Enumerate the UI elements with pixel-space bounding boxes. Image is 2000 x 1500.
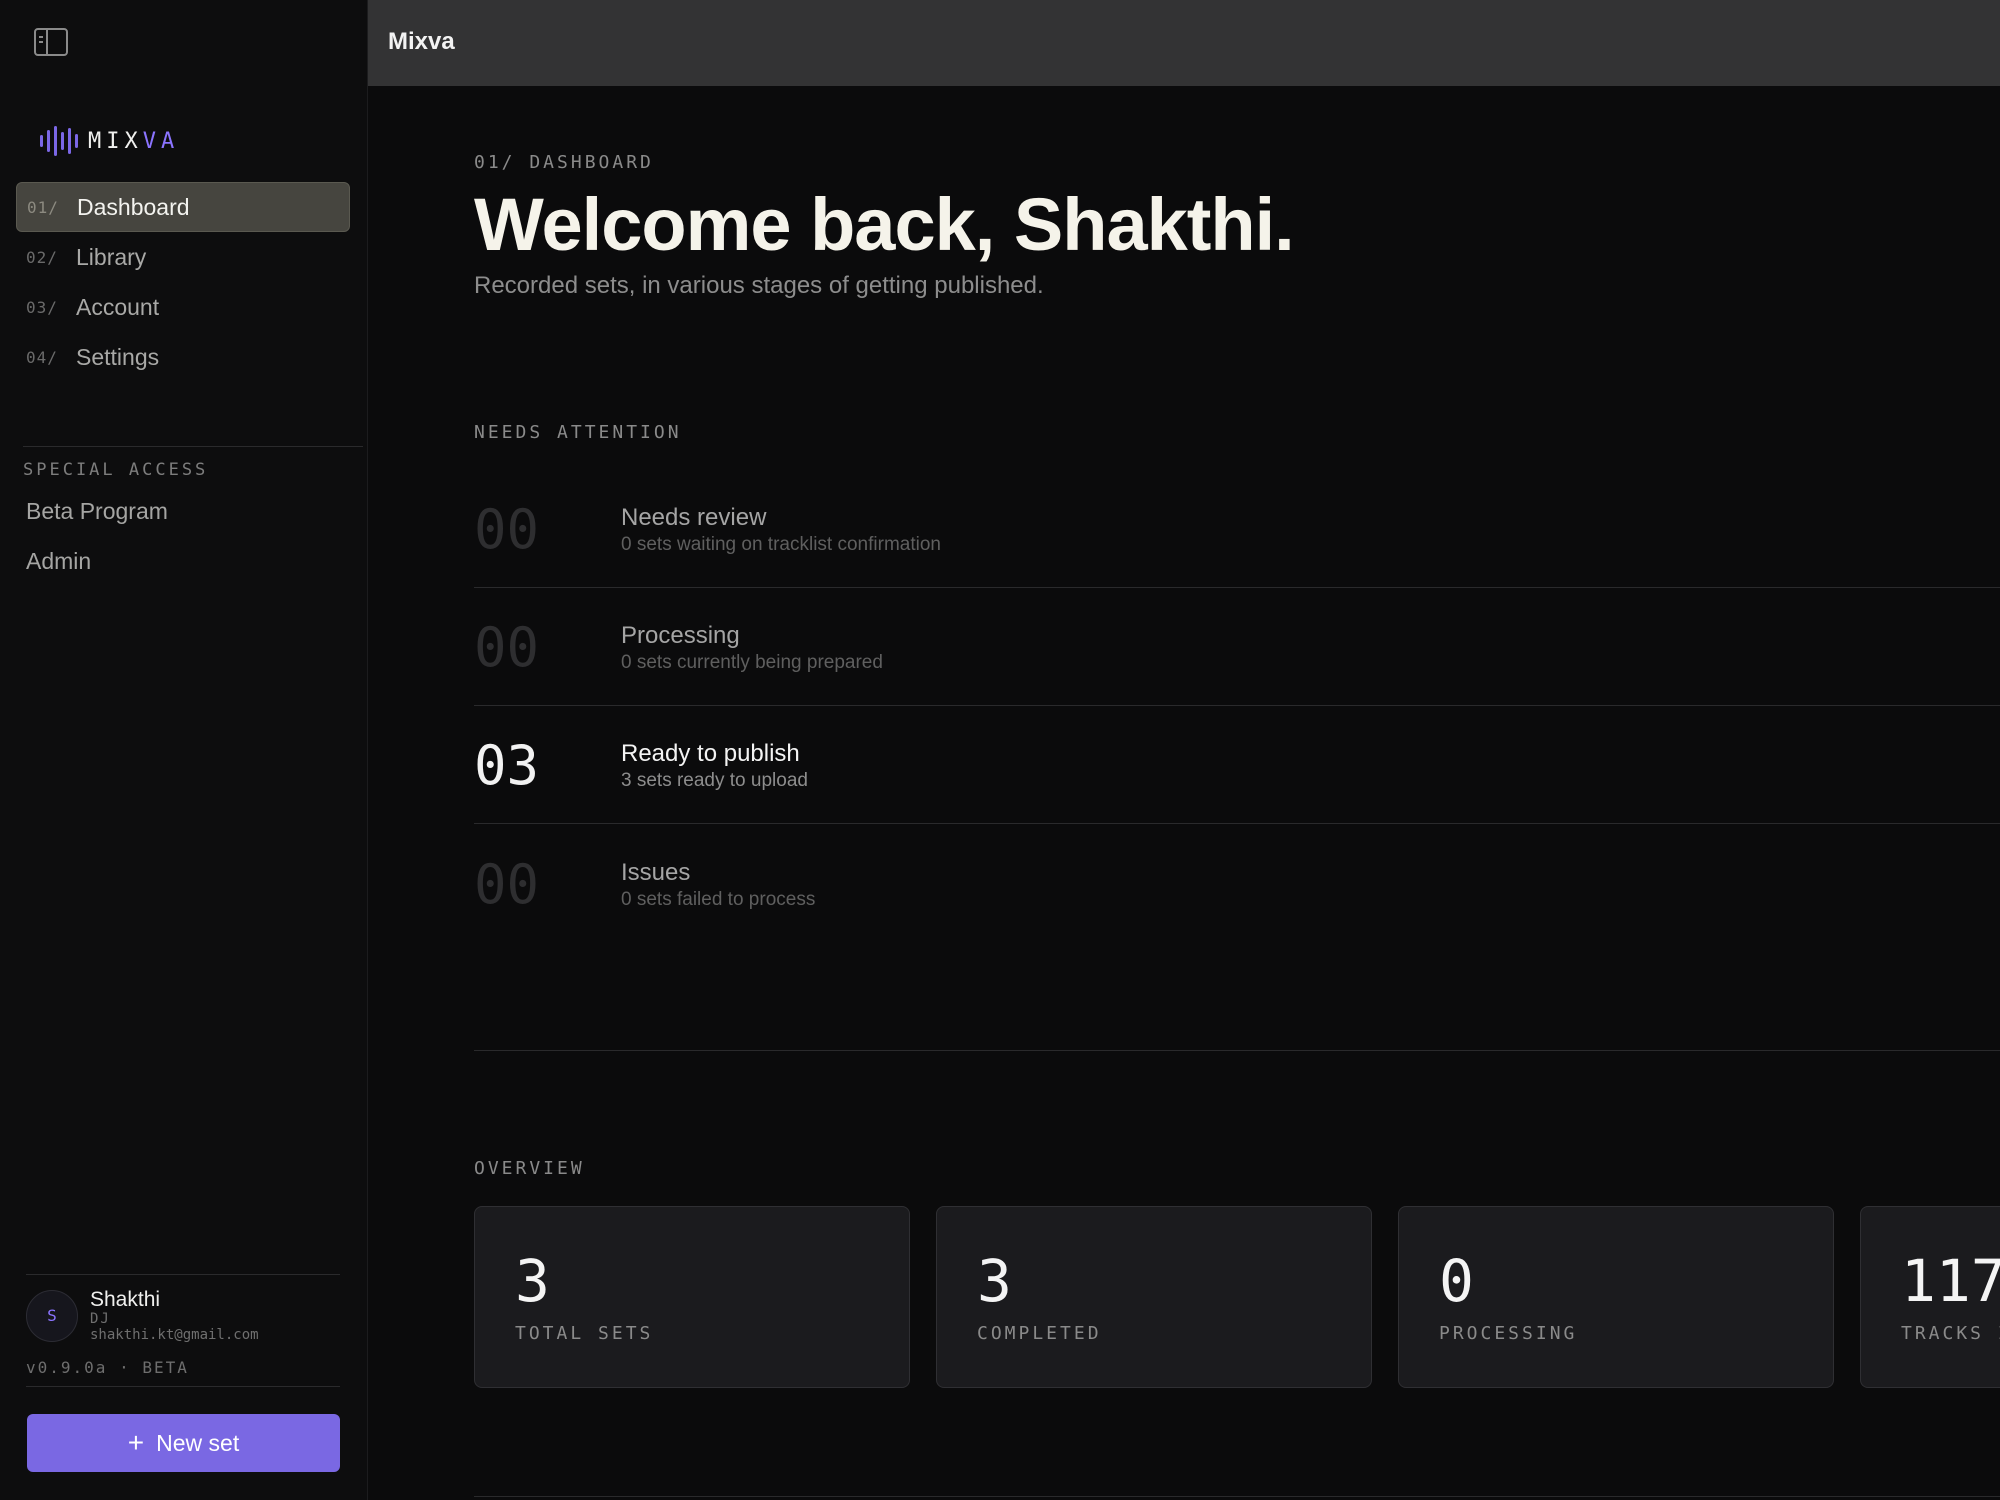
user-profile[interactable]: S Shakthi DJ shakthi.kt@gmail.com bbox=[26, 1288, 259, 1343]
attention-row-ready-to-publish[interactable]: 03 Ready to publish 3 sets ready to uplo… bbox=[474, 706, 2000, 824]
attention-count: 03 bbox=[474, 734, 540, 797]
avatar: S bbox=[26, 1289, 78, 1342]
brand-logo[interactable]: MIXVA bbox=[40, 126, 179, 156]
user-email: shakthi.kt@gmail.com bbox=[90, 1327, 259, 1344]
nav-item-settings[interactable]: 04/ Settings bbox=[16, 332, 350, 382]
overview-label: OVERVIEW bbox=[474, 1158, 585, 1179]
attention-desc: 3 sets ready to upload bbox=[621, 770, 808, 791]
attention-title: Processing bbox=[621, 622, 740, 649]
page-subtitle: Recorded sets, in various stages of gett… bbox=[474, 272, 1044, 299]
sidebar-divider bbox=[26, 1274, 340, 1275]
new-set-button[interactable]: + New set bbox=[27, 1414, 340, 1472]
app-version: v0.9.0a · BETA bbox=[26, 1358, 189, 1377]
stat-label: COMPLETED bbox=[977, 1323, 1102, 1344]
nav-item-label: Account bbox=[76, 293, 160, 320]
special-item-admin[interactable]: Admin bbox=[26, 548, 91, 575]
nav-item-account[interactable]: 03/ Account bbox=[16, 282, 350, 332]
attention-row-needs-review[interactable]: 00 Needs review 0 sets waiting on trackl… bbox=[474, 470, 2000, 588]
attention-count: 00 bbox=[474, 616, 540, 679]
section-divider bbox=[474, 1050, 2000, 1051]
user-name: Shakthi bbox=[90, 1288, 161, 1311]
nav-item-label: Library bbox=[76, 243, 147, 270]
nav-item-label: Dashboard bbox=[77, 193, 190, 220]
needs-attention-label: NEEDS ATTENTION bbox=[474, 422, 682, 443]
nav-item-number: 04/ bbox=[26, 347, 58, 367]
page-title: Welcome back, Shakthi. bbox=[474, 183, 1295, 266]
stat-value: 117 bbox=[1901, 1247, 2000, 1315]
sidebar-toggle-icon[interactable] bbox=[34, 28, 68, 56]
attention-row-issues[interactable]: 00 Issues 0 sets failed to process bbox=[474, 825, 2000, 943]
nav-item-number: 03/ bbox=[26, 297, 58, 317]
special-item-beta-program[interactable]: Beta Program bbox=[26, 498, 168, 525]
nav-item-number: 01/ bbox=[27, 197, 59, 217]
attention-title: Needs review bbox=[621, 504, 767, 531]
stat-value: 3 bbox=[977, 1247, 1012, 1315]
sidebar-divider bbox=[26, 1386, 340, 1387]
section-divider bbox=[474, 1496, 2000, 1497]
plus-icon: + bbox=[127, 1427, 145, 1458]
attention-desc: 0 sets waiting on tracklist confirmation bbox=[621, 534, 941, 555]
main-content: 01/ DASHBOARD Welcome back, Shakthi. Rec… bbox=[474, 86, 2000, 1500]
brand-name: MIXVA bbox=[88, 128, 180, 154]
attention-count: 00 bbox=[474, 853, 540, 916]
stat-card-tracks[interactable]: 117 TRACKS I bbox=[1860, 1206, 2000, 1388]
header-title: Mixva bbox=[388, 28, 455, 55]
nav-item-library[interactable]: 02/ Library bbox=[16, 232, 350, 282]
stat-card-processing[interactable]: 0 PROCESSING bbox=[1398, 1206, 1834, 1388]
stat-value: 3 bbox=[515, 1247, 550, 1315]
stat-card-completed[interactable]: 3 COMPLETED bbox=[936, 1206, 1372, 1388]
stat-label: TRACKS I bbox=[1901, 1323, 2000, 1344]
stat-label: PROCESSING bbox=[1439, 1323, 1578, 1344]
user-info: Shakthi DJ shakthi.kt@gmail.com bbox=[90, 1288, 259, 1343]
sidebar-divider bbox=[23, 446, 363, 447]
attention-desc: 0 sets currently being prepared bbox=[621, 652, 883, 673]
special-access-title: SPECIAL ACCESS bbox=[23, 460, 209, 480]
attention-desc: 0 sets failed to process bbox=[621, 889, 816, 910]
stat-card-total-sets[interactable]: 3 TOTAL SETS bbox=[474, 1206, 910, 1388]
stat-value: 0 bbox=[1439, 1247, 1474, 1315]
attention-row-processing[interactable]: 00 Processing 0 sets currently being pre… bbox=[474, 588, 2000, 706]
waveform-icon bbox=[40, 126, 78, 156]
attention-count: 00 bbox=[474, 498, 540, 561]
sidebar: MIXVA 01/ Dashboard 02/ Library 03/ Acco… bbox=[0, 0, 368, 1500]
nav-item-dashboard[interactable]: 01/ Dashboard bbox=[16, 182, 350, 232]
nav-item-label: Settings bbox=[76, 343, 160, 370]
stat-label: TOTAL SETS bbox=[515, 1323, 654, 1344]
attention-title: Issues bbox=[621, 859, 691, 886]
breadcrumb: 01/ DASHBOARD bbox=[474, 152, 654, 173]
attention-title: Ready to publish bbox=[621, 740, 800, 767]
top-header: Mixva bbox=[368, 0, 2000, 86]
user-role: DJ bbox=[90, 1311, 111, 1328]
main-nav: 01/ Dashboard 02/ Library 03/ Account 04… bbox=[16, 182, 350, 382]
new-set-label: New set bbox=[156, 1429, 240, 1456]
nav-item-number: 02/ bbox=[26, 247, 58, 267]
